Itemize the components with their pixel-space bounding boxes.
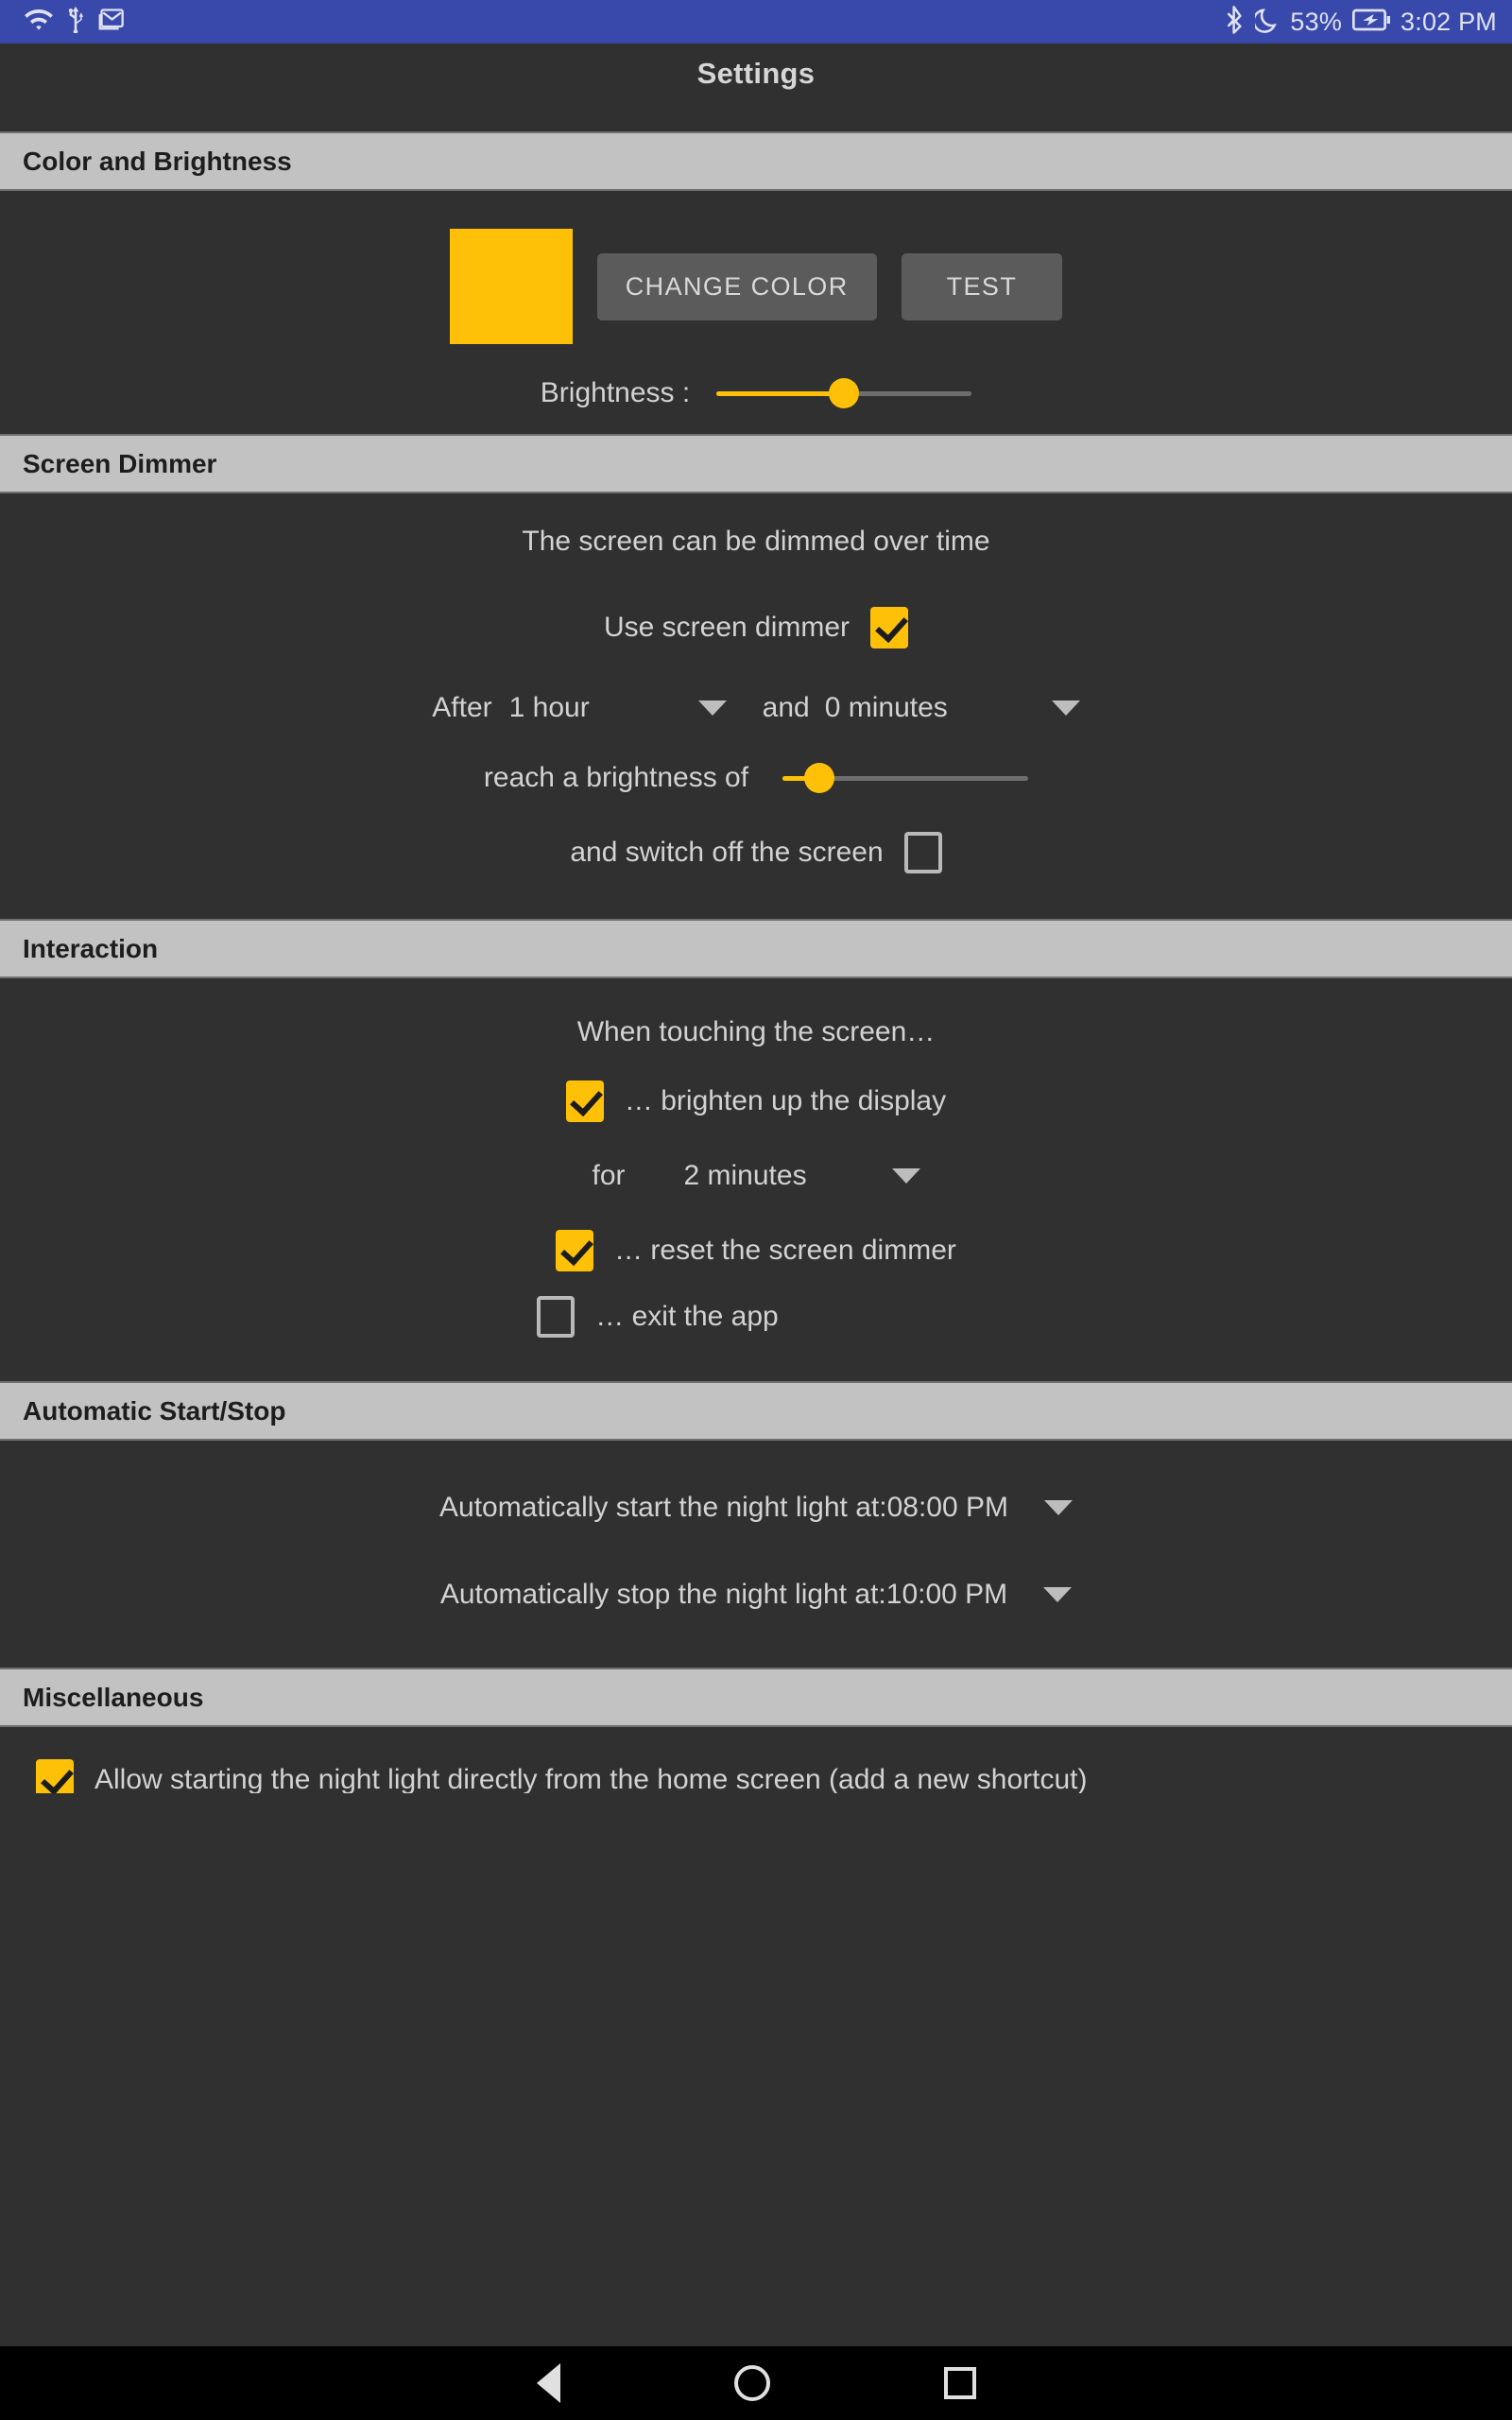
chevron-down-icon: [1051, 700, 1080, 716]
switch-off-screen-checkbox[interactable]: [903, 832, 942, 873]
gmail-icon: [98, 8, 125, 37]
section-body-miscellaneous: Allow starting the night light directly …: [0, 1727, 1512, 1793]
home-shortcut-checkbox[interactable]: [36, 1759, 74, 1793]
reach-brightness-label: reach a brightness of: [483, 762, 749, 793]
chevron-down-icon: [891, 1168, 920, 1184]
for-label: for: [592, 1160, 626, 1191]
slider-fill: [716, 390, 845, 396]
navigation-bar: [0, 2346, 1512, 2420]
exit-app-row[interactable]: … exit the app: [0, 1296, 1512, 1338]
status-bar-right: 53% 3:02 PM: [1215, 5, 1497, 39]
section-body-auto-start-stop: Automatically start the night light at:0…: [0, 1441, 1512, 1668]
moon-icon: [1252, 7, 1280, 38]
color-swatch[interactable]: [449, 229, 573, 344]
exit-app-checkbox[interactable]: [537, 1296, 576, 1338]
slider-thumb[interactable]: [829, 378, 860, 408]
bluetooth-icon: [1226, 5, 1245, 39]
section-body-color-brightness: CHANGE COLOR TEST Brightness :: [0, 191, 1512, 434]
auto-stop-label: Automatically stop the night light at:10…: [439, 1579, 1008, 1610]
app-screen: 53% 3:02 PM Settings Color and Brightnes…: [0, 0, 1512, 2420]
app-bar: Settings: [0, 43, 1512, 131]
status-bar: 53% 3:02 PM: [0, 0, 1512, 43]
interaction-intro: When touching the screen…: [576, 1016, 936, 1047]
duration-value: 2 minutes: [683, 1160, 807, 1191]
chevron-down-icon: [1043, 1587, 1073, 1602]
clock: 3:02 PM: [1400, 7, 1497, 36]
section-body-interaction: When touching the screen… … brighten up …: [0, 978, 1512, 1381]
usb-icon: [65, 6, 86, 38]
switch-off-screen-row[interactable]: and switch off the screen: [0, 832, 1512, 873]
brightness-slider[interactable]: [716, 377, 972, 409]
use-screen-dimmer-label: Use screen dimmer: [603, 612, 850, 643]
battery-percent: 53%: [1290, 7, 1343, 36]
chevron-down-icon: [697, 700, 727, 716]
use-screen-dimmer-checkbox[interactable]: [870, 607, 909, 648]
reset-dimmer-row[interactable]: … reset the screen dimmer: [0, 1230, 1512, 1271]
section-header-color-brightness: Color and Brightness: [0, 131, 1512, 191]
dimmer-delay-row: After 1 hour and 0 minutes: [0, 692, 1512, 724]
auto-start-label: Automatically start the night light at:0…: [439, 1492, 1008, 1523]
switch-off-screen-label: and switch off the screen: [570, 837, 884, 868]
slider-thumb[interactable]: [804, 763, 835, 793]
brighten-display-row[interactable]: … brighten up the display: [0, 1080, 1512, 1122]
section-header-interaction: Interaction: [0, 919, 1512, 978]
wifi-icon: [25, 8, 53, 37]
minutes-dropdown[interactable]: 0 minutes: [825, 692, 1080, 724]
back-icon[interactable]: [536, 2363, 560, 2403]
section-header-miscellaneous: Miscellaneous: [0, 1668, 1512, 1727]
chevron-down-icon: [1043, 1500, 1073, 1515]
test-button[interactable]: TEST: [901, 252, 1063, 320]
brightness-label: Brightness :: [540, 377, 691, 408]
recents-icon[interactable]: [943, 2367, 976, 2399]
status-bar-left: [25, 6, 137, 38]
reset-dimmer-checkbox[interactable]: [556, 1230, 594, 1271]
duration-dropdown[interactable]: 2 minutes: [684, 1160, 920, 1192]
reset-dimmer-label: … reset the screen dimmer: [614, 1235, 956, 1266]
page-title: Settings: [696, 57, 816, 90]
hours-dropdown[interactable]: 1 hour: [509, 692, 727, 724]
auto-start-row[interactable]: Automatically start the night light at:0…: [0, 1492, 1512, 1524]
brighten-duration-row: for 2 minutes: [0, 1160, 1512, 1192]
and-label: and: [762, 692, 810, 723]
brightness-row: Brightness :: [0, 377, 1512, 409]
reach-brightness-slider[interactable]: [782, 762, 1029, 794]
after-label: After: [432, 692, 492, 723]
section-header-screen-dimmer: Screen Dimmer: [0, 434, 1512, 493]
exit-app-label: … exit the app: [595, 1301, 779, 1332]
use-screen-dimmer-row[interactable]: Use screen dimmer: [0, 607, 1512, 648]
auto-stop-row[interactable]: Automatically stop the night light at:10…: [0, 1579, 1512, 1611]
screen-dimmer-description: The screen can be dimmed over time: [522, 526, 990, 557]
color-row: CHANGE COLOR TEST: [0, 229, 1512, 344]
home-icon[interactable]: [733, 2365, 770, 2401]
brighten-display-checkbox[interactable]: [565, 1080, 604, 1122]
brighten-display-label: … brighten up the display: [624, 1085, 947, 1116]
reach-brightness-row: reach a brightness of: [0, 762, 1512, 794]
battery-charging-icon: [1352, 9, 1391, 36]
section-body-screen-dimmer: The screen can be dimmed over time Use s…: [0, 493, 1512, 919]
home-shortcut-row[interactable]: Allow starting the night light directly …: [0, 1727, 1512, 1793]
change-color-button[interactable]: CHANGE COLOR: [596, 252, 877, 320]
home-shortcut-label: Allow starting the night light directly …: [94, 1764, 1088, 1793]
section-header-auto-start-stop: Automatic Start/Stop: [0, 1381, 1512, 1441]
minutes-value: 0 minutes: [824, 692, 948, 723]
hours-value: 1 hour: [508, 692, 590, 723]
